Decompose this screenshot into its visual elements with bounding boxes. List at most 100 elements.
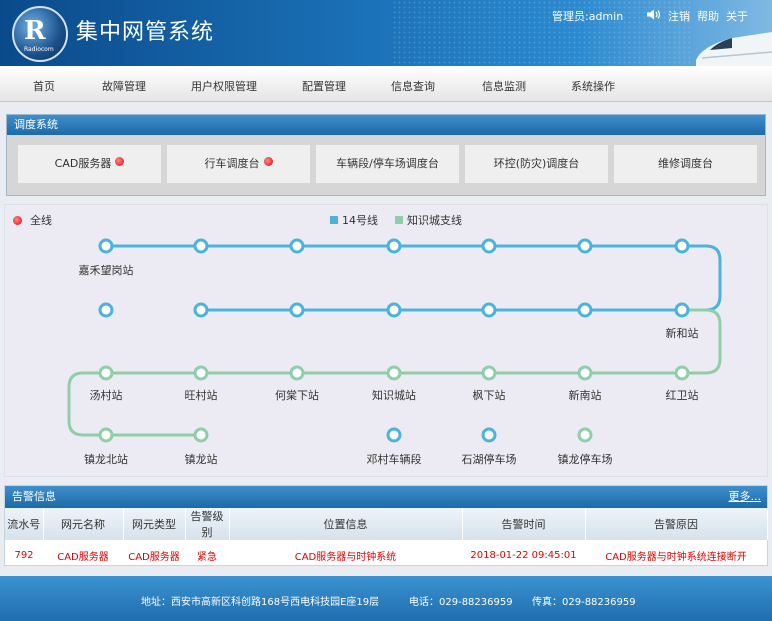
help-link[interactable]: 帮助 (697, 8, 719, 24)
station-node[interactable] (386, 365, 402, 381)
station-node[interactable] (98, 302, 114, 318)
station-node[interactable] (674, 365, 690, 381)
station-label: 镇龙北站 (84, 453, 128, 466)
station-node[interactable] (289, 238, 305, 254)
menu-home[interactable]: 首页 (33, 78, 55, 94)
station-node[interactable] (193, 427, 209, 443)
header-banner: R Radiocom 集中网管系统 管理员:admin 注销 帮助 关于 (0, 0, 772, 66)
station-node[interactable] (98, 238, 114, 254)
logo-brand: Radiocom (24, 46, 54, 53)
legend-label: 知识城支线 (407, 214, 462, 227)
table-header-row: 流水号 网元名称 网元类型 告警级别 位置信息 告警时间 告警原因 (5, 508, 768, 540)
cell-location: CAD服务器与时钟系统 (294, 551, 397, 563)
station-node[interactable] (577, 365, 593, 381)
menu-config[interactable]: 配置管理 (302, 78, 346, 94)
cell-element-type: CAD服务器 (128, 551, 180, 563)
legend-swatch (395, 216, 403, 224)
alarm-panel: 告警信息 更多... 流水号 网元名称 网元类型 告警级别 位置信息 告警时间 … (4, 485, 768, 566)
tab-cad-server[interactable]: CAD服务器 (18, 145, 161, 183)
cell-level: 紧急 (197, 551, 217, 563)
cell-time: 2018-01-22 09:45:01 (470, 549, 577, 561)
dispatch-title: 调度系统 (7, 115, 765, 135)
legend-all-line[interactable]: 全线 (13, 212, 52, 228)
line-14-track (106, 244, 722, 312)
column-header[interactable]: 网元名称 (43, 508, 124, 540)
app-title: 集中网管系统 (76, 20, 215, 45)
station-label: 枫下站 (472, 389, 506, 402)
train-image (696, 32, 772, 66)
station-node[interactable] (289, 302, 305, 318)
legend-line-14: 14号线 (330, 212, 378, 228)
column-header[interactable]: 告警原因 (585, 508, 768, 540)
station-label: 红卫站 (665, 389, 699, 402)
tab-label: 环控(防灾)调度台 (493, 157, 580, 170)
station-node[interactable] (577, 302, 593, 318)
column-header[interactable]: 告警级别 (185, 508, 230, 540)
line-diagram (67, 238, 722, 443)
alarm-table: 流水号 网元名称 网元类型 告警级别 位置信息 告警时间 告警原因 792 CA… (5, 508, 768, 570)
legend-swatch (330, 216, 338, 224)
column-header[interactable]: 位置信息 (229, 508, 463, 540)
tab-train-dispatch[interactable]: 行车调度台 (167, 145, 310, 183)
station-node[interactable] (193, 302, 209, 318)
footer-fax: 传真：029-88236959 (532, 597, 636, 608)
station-label: 旺村站 (184, 389, 218, 402)
station-node[interactable] (98, 365, 114, 381)
station-label: 嘉禾望岗站 (78, 264, 134, 277)
station-node[interactable] (674, 238, 690, 254)
logo-glyph: R (24, 16, 46, 46)
menu-permissions[interactable]: 用户权限管理 (191, 78, 257, 94)
station-node[interactable] (674, 302, 690, 318)
legend-label: 14号线 (342, 214, 378, 227)
alert-dot-icon (263, 157, 273, 166)
dispatch-tabs: CAD服务器 行车调度台 车辆段/停车场调度台 环控(防灾)调度台 维修调度台 (7, 135, 765, 195)
station-node[interactable] (193, 238, 209, 254)
current-user: 管理员:admin (552, 10, 624, 23)
tab-label: 行车调度台 (204, 157, 260, 170)
alarm-title-bar: 告警信息 更多... (5, 486, 767, 508)
alert-dot-icon (13, 216, 22, 225)
station-label: 汤村站 (89, 389, 123, 402)
station-node[interactable] (386, 238, 402, 254)
about-link[interactable]: 关于 (726, 8, 748, 24)
station-node[interactable] (481, 427, 497, 443)
station-node[interactable] (289, 365, 305, 381)
main-menu: 首页 故障管理 用户权限管理 配置管理 信息查询 信息监测 系统操作 (0, 66, 772, 102)
station-label: 新和站 (665, 327, 699, 340)
tab-maintenance-dispatch[interactable]: 维修调度台 (614, 145, 757, 183)
all-line-label: 全线 (30, 214, 52, 227)
station-label: 镇龙停车场 (557, 453, 613, 466)
station-node[interactable] (98, 427, 114, 443)
tab-label: CAD服务器 (54, 157, 112, 170)
station-node[interactable] (386, 427, 402, 443)
column-header[interactable]: 流水号 (5, 508, 44, 540)
cell-element-name: CAD服务器 (57, 551, 109, 563)
station-node[interactable] (577, 238, 593, 254)
menu-fault[interactable]: 故障管理 (102, 78, 146, 94)
alert-dot-icon (115, 157, 125, 166)
table-row[interactable]: 792 CAD服务器 CAD服务器 紧急 CAD服务器与时钟系统 2018-01… (5, 540, 767, 570)
station-label: 何棠下站 (275, 389, 319, 402)
station-node[interactable] (481, 365, 497, 381)
station-node[interactable] (386, 302, 402, 318)
station-node[interactable] (193, 365, 209, 381)
footer: 地址：西安市高新区科创路168号西电科技园E座19层 电话：029-882369… (0, 576, 772, 621)
tab-depot-dispatch[interactable]: 车辆段/停车场调度台 (316, 145, 459, 183)
column-header[interactable]: 网元类型 (123, 508, 186, 540)
menu-system[interactable]: 系统操作 (571, 78, 615, 94)
column-header[interactable]: 告警时间 (462, 508, 586, 540)
logout-link[interactable]: 注销 (668, 8, 690, 24)
station-node[interactable] (481, 302, 497, 318)
alarm-title: 告警信息 (12, 490, 56, 503)
legend-branch: 知识城支线 (395, 212, 462, 228)
tab-env-dispatch[interactable]: 环控(防灾)调度台 (465, 145, 608, 183)
station-node[interactable] (577, 427, 593, 443)
tab-label: 车辆段/停车场调度台 (336, 157, 439, 170)
menu-monitor[interactable]: 信息监测 (482, 78, 526, 94)
cell-serial: 792 (14, 549, 34, 561)
more-link[interactable]: 更多... (729, 486, 762, 508)
station-node[interactable] (481, 238, 497, 254)
footer-address: 地址：西安市高新区科创路168号西电科技园E座19层 (141, 597, 380, 608)
menu-query[interactable]: 信息查询 (391, 78, 435, 94)
speaker-icon[interactable] (647, 9, 661, 20)
